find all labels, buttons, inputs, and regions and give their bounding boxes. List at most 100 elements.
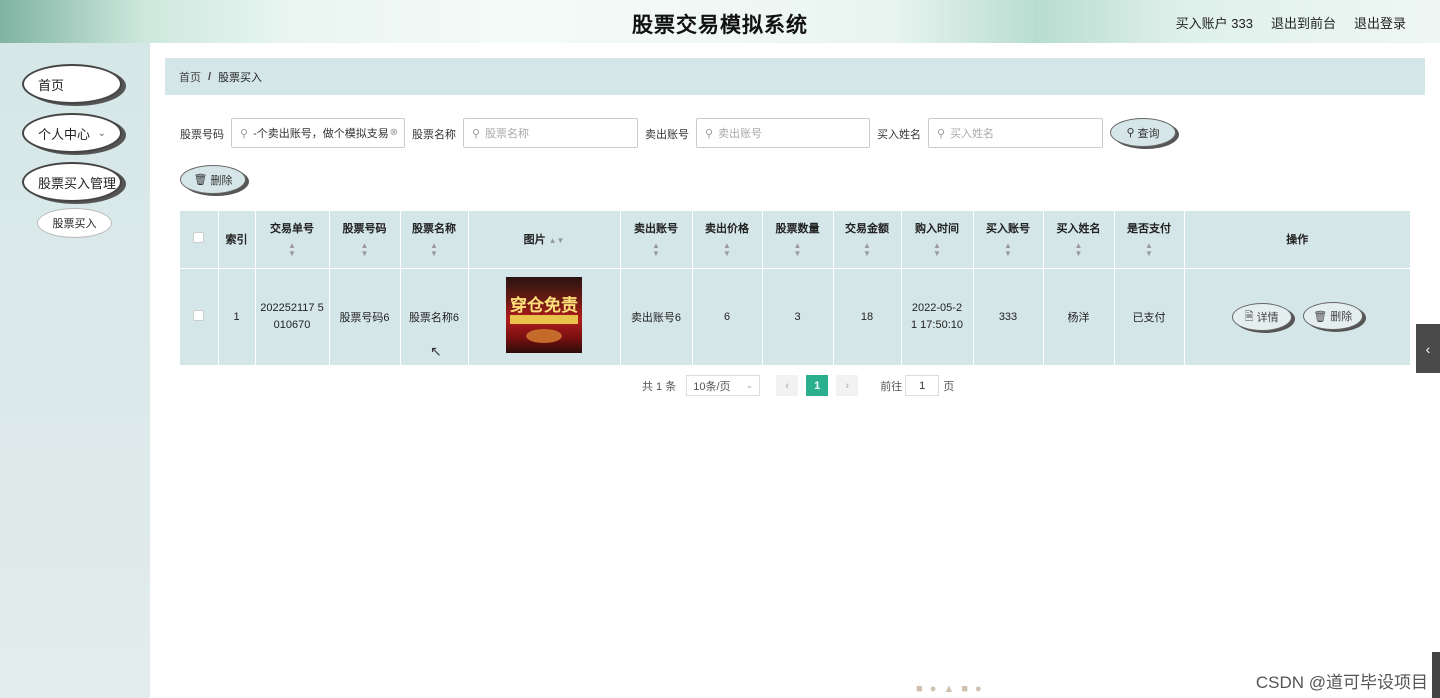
cell-buyer-account: 333 xyxy=(973,267,1044,365)
back-to-front-link[interactable]: 退出到前台 xyxy=(1271,13,1336,32)
col-header-price[interactable]: 卖出价格 ▲ ▼ xyxy=(692,211,763,268)
col-header-label: 卖出账号 xyxy=(634,223,678,236)
col-header-seller[interactable]: 卖出账号 ▲ ▼ xyxy=(620,211,693,268)
cell-order-no: 202252117 5010670 xyxy=(255,267,330,365)
page-suffix: 页 xyxy=(943,380,955,393)
seller-account-placeholder: 卖出账号 xyxy=(718,128,763,140)
buyer-name-placeholder: 买入姓名 xyxy=(950,128,995,140)
sidebar-item-personal-center[interactable]: 个人中心 ⌄ xyxy=(22,113,122,153)
search-icon: ⚲ xyxy=(472,127,481,140)
prev-page-button[interactable]: ‹ xyxy=(776,375,799,396)
page-size-value: 10条/页 xyxy=(693,380,731,393)
stock-code-label: 股票号码 xyxy=(180,129,224,141)
sort-icon: ▲▼ xyxy=(793,241,802,259)
thumbnail-caption: 穿仓免责 xyxy=(510,296,578,316)
chevron-left-icon: ‹ xyxy=(1425,340,1431,357)
search-icon: ⚲ xyxy=(240,127,249,140)
select-all-cell xyxy=(180,211,219,268)
window-edge xyxy=(1432,652,1440,698)
breadcrumb-home[interactable]: 首页 xyxy=(179,69,201,85)
stock-code-input[interactable]: ⚲ -个卖出账号，做个模拟支易 ⊗ xyxy=(231,118,405,148)
stock-name-label: 股票名称 xyxy=(412,129,456,141)
account-label: 买入账户 333 xyxy=(1175,16,1253,31)
cell-paid: 已支付 xyxy=(1114,267,1185,365)
query-button[interactable]: ⚲ 查询 xyxy=(1110,118,1176,147)
header-links: 买入账户 333 退出到前台 退出登录 xyxy=(1176,13,1406,32)
sort-icon: ▲▼ xyxy=(863,241,871,259)
detail-button-label: 详情 xyxy=(1256,312,1279,325)
sidebar-item-home[interactable]: 首页 xyxy=(22,64,122,104)
cell-quantity: 3 xyxy=(762,267,834,365)
col-header-label: 交易单号 xyxy=(270,223,314,236)
col-header-order-no[interactable]: 交易单号 ▲ ▼ xyxy=(255,211,330,268)
thumbnail-figure xyxy=(526,329,562,344)
document-icon: 🗎 xyxy=(1244,310,1254,323)
sidebar-subitem-stock-buy[interactable]: 股票买入 xyxy=(37,208,112,238)
col-header-buyer-name[interactable]: 买入姓名 ▲ ▼ xyxy=(1043,211,1115,268)
sort-icon: ▲▼ xyxy=(288,241,296,259)
goto-page-input[interactable]: 1 xyxy=(905,375,940,396)
page-number-1[interactable]: 1 xyxy=(806,375,829,396)
chevron-down-icon: ⌄ xyxy=(745,380,754,390)
sidebar-item-label: 个人中心 xyxy=(38,126,91,142)
table-row: 1 202252117 5010670 股票号码6 股票名称6 穿仓免责 卖出账… xyxy=(180,267,1410,365)
col-header-time[interactable]: 购入时间 ▲ ▼ xyxy=(901,211,974,268)
sort-icon: ▲▼ xyxy=(933,241,941,259)
page-size-select[interactable]: 10条/页 ⌄ xyxy=(686,375,761,396)
seller-account-label: 卖出账号 xyxy=(645,129,689,141)
stock-thumbnail[interactable]: 穿仓免责 xyxy=(506,277,582,354)
pagination-total: 共 1 条 xyxy=(642,380,677,393)
sort-icon: ▲▼ xyxy=(1145,241,1153,259)
cell-image: 穿仓免责 xyxy=(468,267,621,365)
cell-amount: 18 xyxy=(833,267,902,365)
col-header-amount[interactable]: 交易金额 ▲ ▼ xyxy=(833,211,902,268)
col-header-label: 购入时间 xyxy=(915,223,959,236)
clear-icon[interactable]: ⊗ xyxy=(390,127,398,138)
col-header-buyer-account[interactable]: 买入账号 ▲ ▼ xyxy=(973,211,1044,268)
top-header: 股票交易模拟系统 买入账户 333 退出到前台 退出登录 xyxy=(0,0,1440,43)
detail-button[interactable]: 🗎 详情 xyxy=(1231,303,1292,332)
collapse-panel-button[interactable]: ‹ xyxy=(1416,324,1440,373)
chevron-down-icon: ⌄ xyxy=(97,128,106,139)
sidebar-item-label: 股票买入管理 xyxy=(38,175,117,191)
cell-code: 股票号码6 xyxy=(329,267,401,365)
row-checkbox[interactable] xyxy=(193,309,205,321)
row-delete-label: 删除 xyxy=(1330,311,1353,324)
sort-icon: ▲▼ xyxy=(360,241,369,259)
batch-delete-button[interactable]: 🗑 删除 xyxy=(180,165,246,194)
cell-actions: 🗎 详情 🗑 删除 xyxy=(1184,267,1410,365)
cell-seller: 卖出账号6 xyxy=(620,267,693,365)
select-all-checkbox[interactable] xyxy=(193,232,205,244)
col-header-label: 图片 xyxy=(523,234,546,247)
sidebar-item-stock-buy-management[interactable]: 股票买入管理 xyxy=(22,162,122,202)
seller-account-input[interactable]: ⚲ 卖出账号 xyxy=(696,118,870,148)
table-header-row: 索引 交易单号 ▲ ▼ 股票号码 ▲ ▼ 股票名称 ▲ ▼ 图片 ▲▼ 卖出账号 ▲ ▼ 卖出价格… xyxy=(180,211,1410,268)
stock-code-value: -个卖出账号，做个模拟支易 xyxy=(253,128,389,140)
sidebar-item-label: 股票买入 xyxy=(52,218,97,230)
col-header-actions: 操作 xyxy=(1286,234,1309,247)
search-icon: ⚲ xyxy=(937,127,946,140)
sort-icon: ▲▼ xyxy=(723,241,731,259)
buyer-name-input[interactable]: ⚲ 买入姓名 xyxy=(928,118,1103,148)
col-header-label: 买入姓名 xyxy=(1056,223,1101,236)
next-page-button[interactable]: › xyxy=(836,375,859,396)
col-header-label: 股票号码 xyxy=(342,223,387,236)
sidebar-item-label: 首页 xyxy=(38,77,65,93)
trash-icon: 🗑 xyxy=(1313,310,1328,323)
row-delete-button[interactable]: 🗑 删除 xyxy=(1302,302,1363,331)
goto-label: 前往 xyxy=(880,380,903,393)
col-header-image[interactable]: 图片 ▲▼ xyxy=(468,211,621,268)
col-header-label: 股票名称 xyxy=(412,223,456,236)
col-header-code[interactable]: 股票号码 ▲ ▼ xyxy=(329,211,401,268)
col-header-index: 索引 xyxy=(218,211,256,268)
col-header-paid[interactable]: 是否支付 ▲ ▼ xyxy=(1114,211,1185,268)
logout-link[interactable]: 退出登录 xyxy=(1354,13,1406,32)
thumbnail-banner xyxy=(510,315,578,325)
breadcrumb: 首页 / 股票买入 xyxy=(165,58,1425,95)
sort-icon: ▲▼ xyxy=(548,236,565,246)
col-header-quantity[interactable]: 股票数量 ▲ ▼ xyxy=(762,211,834,268)
col-header-label: 卖出价格 xyxy=(705,223,749,236)
pagination: 共 1 条 10条/页 ⌄ ‹ 1 › 前往 1 页 xyxy=(642,375,954,396)
stock-name-input[interactable]: ⚲ 股票名称 xyxy=(463,118,638,148)
col-header-name[interactable]: 股票名称 ▲ ▼ xyxy=(400,211,469,268)
